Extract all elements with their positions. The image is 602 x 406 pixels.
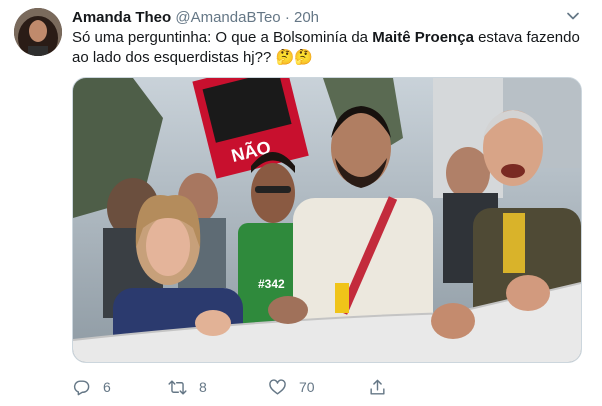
share-icon [370,379,385,395]
retweet-button[interactable]: 8 [168,376,207,398]
tweet-actions: 6 8 70 [72,376,492,398]
tweet-photo[interactable]: NÃO #342 [72,77,582,363]
thinking-face-emoji: 🤔🤔 [275,49,313,66]
separator-dot: · [284,9,290,26]
share-button[interactable] [368,376,387,398]
reply-count: 6 [103,379,111,395]
tweet-text-part: Só uma perguntinha: O que a Bolsominía d… [72,29,373,46]
tweet[interactable]: Amanda Theo @AmandaBTeo · 20h Só uma per… [0,0,602,406]
retweet-count: 8 [199,379,207,395]
avatar[interactable] [14,8,62,56]
like-button[interactable]: 70 [268,376,315,398]
like-icon [269,378,286,395]
like-count: 70 [299,379,315,395]
retweet-icon [168,379,187,395]
tweet-text-mention: Maitê Proença [372,29,474,46]
tweet-header: Amanda Theo @AmandaBTeo · 20h [72,8,319,28]
reply-button[interactable]: 6 [72,376,111,398]
tweet-text: Só uma perguntinha: O que a Bolsominía d… [72,28,584,68]
user-handle[interactable]: @AmandaBTeo [175,9,280,26]
avatar-image [14,8,62,56]
shirt-text: #342 [258,277,285,291]
chevron-down-icon[interactable] [565,8,581,24]
reply-icon [73,379,90,395]
display-name[interactable]: Amanda Theo [72,9,171,26]
tweet-timestamp[interactable]: 20h [294,9,319,26]
